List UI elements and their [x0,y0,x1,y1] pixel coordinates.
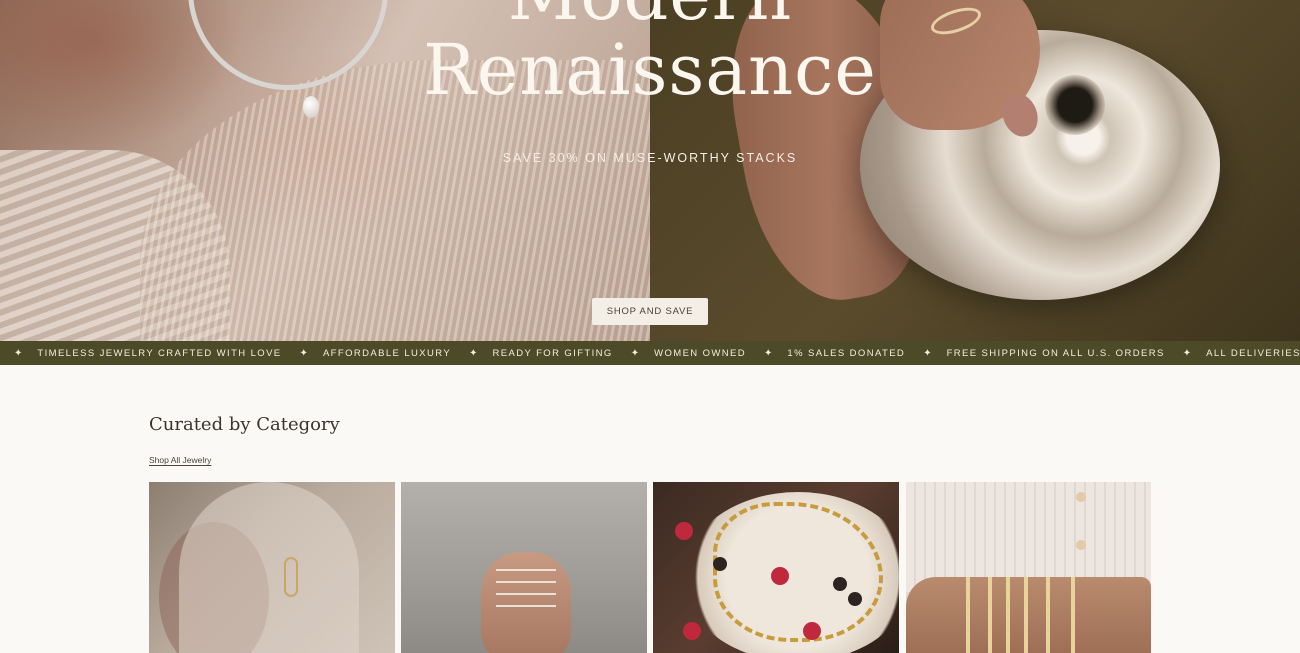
hero-image-right [650,0,1300,341]
rings-image [496,567,556,607]
blackberry [848,592,862,606]
raspberry [683,622,701,640]
marquee-message: ALL DELIVERIES CARBON NEUTRAL [1206,347,1300,359]
section-title: Curated by Category [149,414,340,435]
category-card-rings[interactable] [401,482,647,653]
bracelet-image [1071,577,1075,653]
hero-banner: Modern Renaissance SAVE 30% ON MUSE-WORT… [0,0,1300,341]
sheer-blouse [140,60,650,341]
pleated-shirt [906,482,1151,592]
shell-opening [1045,75,1105,135]
shirt-button [1076,492,1086,502]
blackberry [713,557,727,571]
shirt-button [1076,540,1086,550]
star-icon: ✦ [923,347,932,359]
category-card-necklaces[interactable] [653,482,899,653]
star-icon: ✦ [299,347,308,359]
star-icon: ✦ [1182,347,1192,359]
marquee-message: WOMEN OWNED [654,347,747,359]
shop-all-jewelry-link[interactable]: Shop All Jewelry [149,455,211,465]
star-icon: ✦ [630,347,640,359]
bracelet-image [966,577,970,653]
raspberry [803,622,821,640]
hero-image-left [0,0,650,341]
category-grid [149,482,1151,653]
announcement-marquee: ✦ TIMELESS JEWELRY CRAFTED WITH LOVE ✦ A… [0,341,1300,365]
marquee-message: AFFORDABLE LUXURY [322,347,452,359]
marquee-track: ✦ TIMELESS JEWELRY CRAFTED WITH LOVE ✦ A… [0,348,1300,359]
marquee-message: FREE SHIPPING ON ALL U.S. ORDERS [946,347,1165,359]
sheer-veil [179,482,359,653]
bracelet-image [1046,577,1050,653]
raspberry [675,522,693,540]
marquee-message: READY FOR GIFTING [492,347,613,359]
bracelet-image [988,577,992,653]
category-card-earrings[interactable] [149,482,395,653]
marquee-message: TIMELESS JEWELRY CRAFTED WITH LOVE [37,347,282,359]
earring-image [284,557,298,597]
star-icon: ✦ [764,347,773,359]
bracelet-image [1006,577,1010,653]
star-icon: ✦ [14,347,23,359]
marquee-message: 1% SALES DONATED [787,347,906,359]
wrist-image [906,577,1151,653]
blackberry [833,577,847,591]
raspberry [771,567,789,585]
pearl-pendant [303,96,319,118]
category-card-bracelets[interactable] [906,482,1151,653]
star-icon: ✦ [469,347,478,359]
bracelet-image [1024,577,1028,653]
shop-and-save-button[interactable]: SHOP AND SAVE [592,298,708,325]
